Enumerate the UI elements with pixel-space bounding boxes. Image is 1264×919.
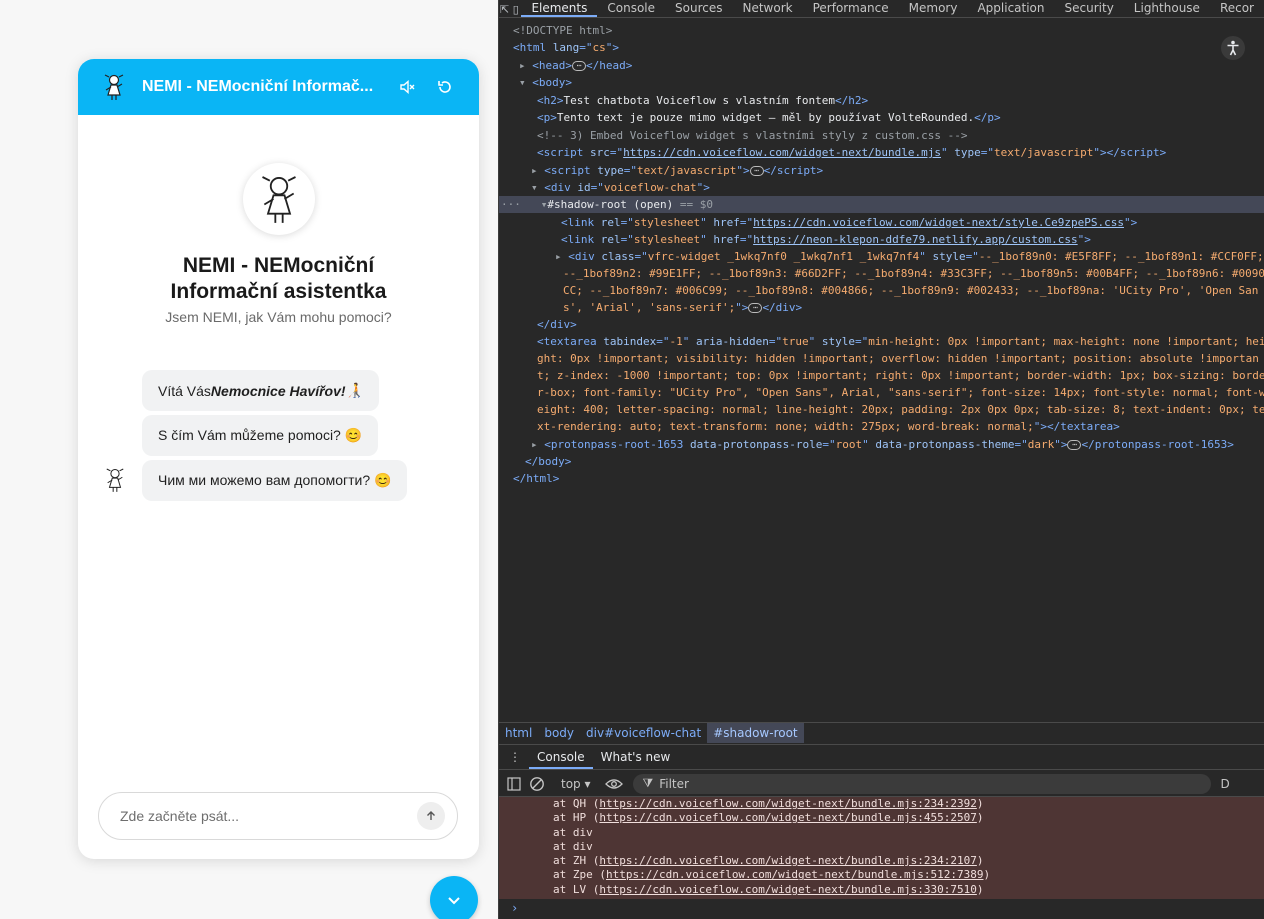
eye-icon[interactable] xyxy=(604,778,623,790)
log-line: at div xyxy=(553,825,593,839)
message-avatar-icon xyxy=(106,468,124,492)
dom-node-vfrc-style-cont: --_1bof89n2: #99E1FF; --_1bof89n3: #66D2… xyxy=(563,267,1264,280)
dom-node-vfrc-style-end: s', 'Arial', 'sans-serif';"> ⋯ </div> xyxy=(563,301,803,314)
devtools-panel: ⇱ ▯ Elements Console Sources Network Per… xyxy=(498,0,1264,919)
sidebar-toggle-icon[interactable] xyxy=(507,776,521,791)
dom-node-textarea-cont: t; z-index: -1000 !important; top: 0px !… xyxy=(537,369,1264,382)
tab-application[interactable]: Application xyxy=(967,1,1054,17)
dom-node-h2[interactable]: <h2>Test chatbota Voiceflow s vlastním f… xyxy=(499,92,1264,109)
message-bubble: S čím Vám můžeme pomoci? 😊 xyxy=(142,415,379,456)
breadcrumb: html body div#voiceflow-chat #shadow-roo… xyxy=(499,722,1264,743)
tab-network[interactable]: Network xyxy=(732,1,802,17)
dom-node-vfrc-style-cont: CC; --_1bof89n7: #006C99; --_1bof89n8: #… xyxy=(563,284,1259,297)
page-area: NEMI - NEMocniční Informač... NEMI - NEM… xyxy=(0,0,498,919)
log-line: at Zpe (https://cdn.voiceflow.com/widget… xyxy=(553,868,991,882)
assistant-avatar xyxy=(242,163,315,235)
ellipsis-icon: ⋯ xyxy=(572,61,586,71)
message-bubble: Vítá Vás Nemocnice Havířov! 🧑‍🦯 xyxy=(142,370,379,411)
filter-input[interactable]: ⧩ Filter xyxy=(632,773,1211,794)
tab-sources[interactable]: Sources xyxy=(665,1,732,17)
accessibility-icon[interactable] xyxy=(1221,36,1245,60)
dom-node-comment[interactable]: <!-- 3) Embed Voiceflow widget s vlastní… xyxy=(499,127,1264,144)
chevron-down-icon xyxy=(448,897,460,905)
dom-node-textarea-end: xt-rendering: auto; text-transform: none… xyxy=(537,420,1120,433)
chat-header: NEMI - NEMocniční Informač... xyxy=(78,59,479,115)
send-button[interactable] xyxy=(417,802,445,830)
dom-node-body-close[interactable]: </body> xyxy=(499,453,1264,470)
chat-widget: NEMI - NEMocniční Informač... NEMI - NEM… xyxy=(78,59,479,859)
tab-elements[interactable]: Elements xyxy=(521,1,598,17)
tab-security[interactable]: Security xyxy=(1055,1,1124,17)
breadcrumb-item[interactable]: div#voiceflow-chat xyxy=(580,723,707,743)
message-input[interactable] xyxy=(120,808,417,824)
dom-node-shadow-root[interactable]: ··· ▾#shadow-root (open) == $0 xyxy=(499,196,1264,213)
tab-performance[interactable]: Performance xyxy=(803,1,899,17)
dom-tree: <!DOCTYPE html> <html lang="cs"> ▸ <head… xyxy=(499,20,1264,720)
dom-node-voiceflow-div[interactable]: ▾ <div id="voiceflow-chat"> xyxy=(499,179,1264,196)
drawer-tabbar: ⋮ Console What's new xyxy=(499,744,1264,770)
dom-node-textarea-cont: ght: 0px !important; visibility: hidden … xyxy=(537,352,1259,365)
tab-lighthouse[interactable]: Lighthouse xyxy=(1124,1,1210,17)
tab-console[interactable]: Console xyxy=(597,1,665,17)
dom-node-script-inline[interactable]: ▸ <script type="text/javascript"> ⋯ </scri… xyxy=(499,162,1264,179)
assistant-name: NEMI - NEMocniční Informační asistentka xyxy=(170,254,387,303)
assistant-intro: NEMI - NEMocniční Informační asistentka … xyxy=(78,163,479,325)
nemi-logo-icon xyxy=(104,74,124,100)
breadcrumb-item[interactable]: html xyxy=(499,723,538,743)
filter-icon: ⧩ xyxy=(642,776,654,790)
devtools-tabbar: ⇱ ▯ Elements Console Sources Network Per… xyxy=(499,0,1264,18)
log-line: at QH (https://cdn.voiceflow.com/widget-… xyxy=(553,797,984,810)
console-prompt[interactable]: › xyxy=(511,901,518,915)
message-bubble: Чим ми можемо вам допомогти? 😊 xyxy=(142,460,408,501)
tab-recorder[interactable]: Recor xyxy=(1210,1,1264,17)
dom-node-p[interactable]: <p>Tento text je pouze mimo widget – měl… xyxy=(499,109,1264,126)
clear-console-icon[interactable] xyxy=(529,776,545,792)
restart-icon[interactable] xyxy=(435,77,455,97)
log-line: at div xyxy=(553,839,593,853)
dom-node-textarea[interactable]: <textarea tabindex="-1" aria-hidden="tru… xyxy=(499,333,1264,350)
dom-node-head[interactable]: ▸ <head> ⋯ </head> xyxy=(499,57,1264,74)
filter-placeholder: Filter xyxy=(659,776,689,791)
tab-memory[interactable]: Memory xyxy=(899,1,968,17)
default-levels-label[interactable]: D xyxy=(1221,777,1230,791)
device-toolbar-icon[interactable]: ▯ xyxy=(510,1,521,17)
tab-whats-new[interactable]: What's new xyxy=(593,745,679,769)
chat-launcher-button[interactable] xyxy=(430,876,478,919)
message-composer xyxy=(98,792,458,840)
log-line: at LV (https://cdn.voiceflow.com/widget-… xyxy=(553,882,984,896)
arrow-up-icon xyxy=(427,811,435,820)
dom-node-html[interactable]: <html lang="cs"> xyxy=(499,39,1264,56)
message-bold-text: Nemocnice Havířov! xyxy=(210,382,346,399)
dom-node-link-custom[interactable]: <link rel="stylesheet" href="https://neo… xyxy=(499,231,1264,248)
dom-node-script-src[interactable]: <script src="https://cdn.voiceflow.com/w… xyxy=(499,144,1264,161)
log-line: at ZH (https://cdn.voiceflow.com/widget-… xyxy=(553,854,984,868)
dom-node-link-style[interactable]: <link rel="stylesheet" href="https://cdn… xyxy=(499,214,1264,231)
assistant-description: Jsem NEMI, jak Vám mohu pomoci? xyxy=(165,309,392,325)
console-error-log: at QH (https://cdn.voiceflow.com/widget-… xyxy=(499,797,1264,899)
tab-drawer-console[interactable]: Console xyxy=(529,745,593,769)
log-line: at HP (https://cdn.voiceflow.com/widget-… xyxy=(553,811,984,825)
dom-node-body[interactable]: ▾ <body> xyxy=(499,74,1264,91)
breadcrumb-item[interactable]: body xyxy=(538,723,580,743)
context-selector[interactable]: top ▾ xyxy=(561,777,591,791)
dom-node-html-close[interactable]: </html> xyxy=(499,470,1264,487)
breadcrumb-item-active[interactable]: #shadow-root xyxy=(707,722,804,743)
dom-node-textarea-cont: eight: 400; letter-spacing: normal; line… xyxy=(537,403,1264,416)
message-text: S čím Vám můžeme pomoci? 😊 xyxy=(158,427,363,443)
dom-node-div-close[interactable]: </div> xyxy=(499,316,1264,333)
message-emoji: 🧑‍🦯 xyxy=(345,382,363,398)
message-text: Чим ми можемо вам допомогти? 😊 xyxy=(158,472,392,488)
dom-node-protonpass[interactable]: ▸ <protonpass-root-1653 data-protonpass-… xyxy=(499,436,1264,453)
mute-icon[interactable] xyxy=(397,77,417,97)
chat-title: NEMI - NEMocniční Informač... xyxy=(142,78,374,95)
nemi-avatar-icon xyxy=(261,176,296,223)
dom-node-vfrc-widget[interactable]: ▸ <div class="vfrc-widget _1wkq7nf0 _1wk… xyxy=(499,248,1264,265)
dom-node-textarea-cont: r-box; font-family: "UCity Pro", "Open S… xyxy=(537,386,1264,399)
dom-node-doctype[interactable]: <!DOCTYPE html> xyxy=(499,22,1264,39)
console-toolbar: top ▾ ⧩ Filter D xyxy=(499,771,1264,797)
message-text: Vítá Vás xyxy=(158,382,211,399)
inspect-element-icon[interactable]: ⇱ xyxy=(499,1,510,17)
drawer-menu-icon[interactable]: ⋮ xyxy=(499,745,529,769)
